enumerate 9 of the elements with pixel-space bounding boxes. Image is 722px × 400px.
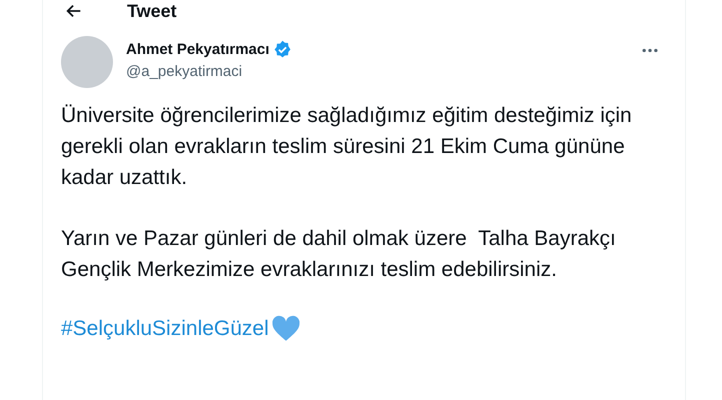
tweet-text: Yarın ve Pazar günleri de dahil olmak üzere Talha Bayrakçı Gençlik Merkezimize evraklarınızı teslim edebilirsiniz. [61, 226, 617, 283]
back-arrow-icon[interactable] [65, 2, 83, 20]
author-handle[interactable]: @a_pekyatirmaci [126, 63, 292, 80]
tweet-text: Üniversite öğrencilerimize sağladığımız eğitim desteğimiz için gerekli olan evrakların teslim süresini 21 Ekim Cuma gününe kadar uzattık. [61, 103, 633, 191]
hashtag-link[interactable]: #SelçukluSizinleGüzel [61, 316, 269, 340]
more-options-icon[interactable] [641, 48, 659, 53]
page-title: Tweet [127, 0, 177, 22]
heart-icon [270, 315, 301, 342]
author-name[interactable]: Ahmet Pekyatırmacı [126, 41, 270, 58]
